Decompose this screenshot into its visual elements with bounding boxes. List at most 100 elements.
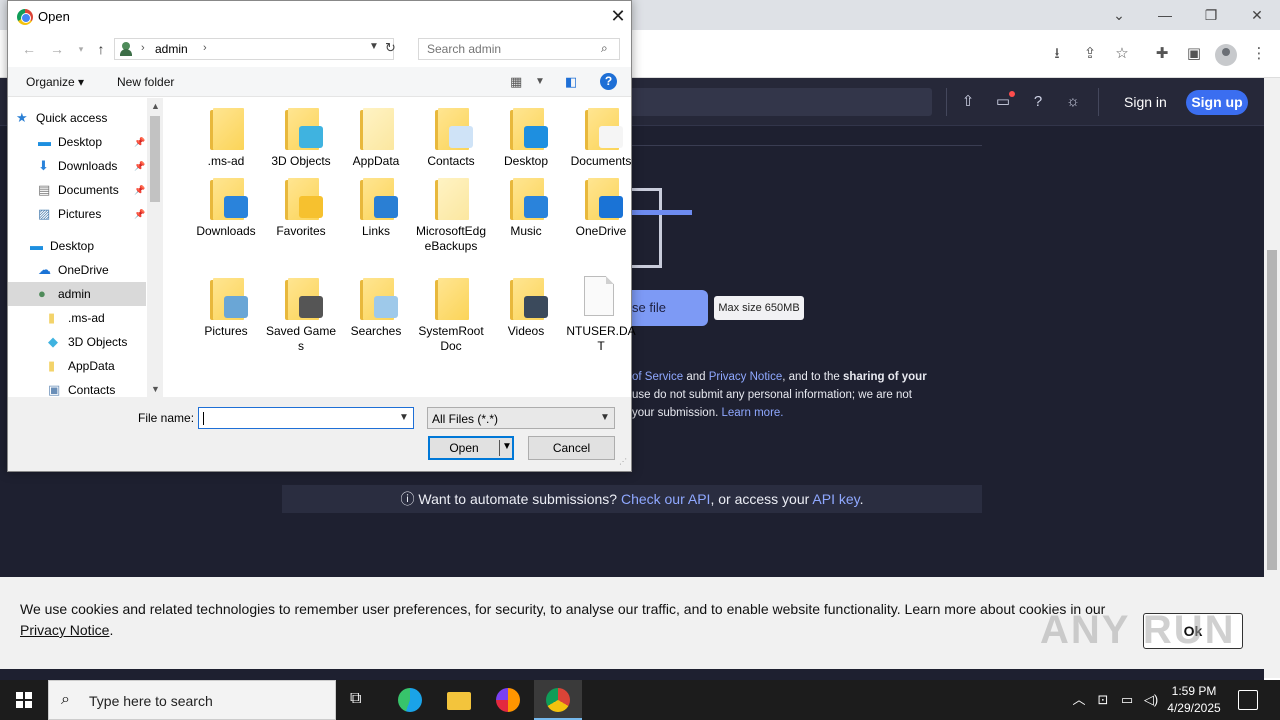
open-dropdown-icon[interactable]: ▼ (502, 441, 512, 452)
profile-icon[interactable] (1215, 44, 1237, 66)
theme-icon[interactable]: ☼ (1063, 92, 1083, 112)
taskbar-search[interactable]: ⌕ Type here to search (48, 680, 336, 720)
nav-item-admin[interactable]: ● admin (8, 282, 146, 306)
filename-dropdown-icon[interactable]: ▼ (399, 412, 409, 423)
file-item[interactable]: OneDrive (564, 168, 638, 258)
terms-link[interactable]: of Service (632, 371, 683, 383)
filename-field[interactable]: ▼ (198, 407, 414, 429)
file-label: Contacts (427, 154, 475, 168)
extensions-icon[interactable]: ✚ (1151, 43, 1173, 65)
file-item[interactable]: Searches (339, 268, 413, 358)
file-item[interactable]: Downloads (189, 168, 263, 258)
nav-item-3d-objects[interactable]: ◆ 3D Objects (8, 330, 146, 354)
file-item[interactable]: NTUSER.DAT (564, 268, 638, 358)
page-scrollbar-thumb[interactable] (1267, 250, 1277, 570)
address-dropdown-icon[interactable]: ▼ (369, 41, 379, 52)
task-view-button[interactable]: ⧉ (336, 680, 384, 720)
scroll-down-icon[interactable]: ▼ (151, 384, 160, 394)
download-icon[interactable]: ⭳ (1046, 43, 1068, 65)
privacy-notice-link[interactable]: Privacy Notice (20, 622, 109, 638)
dialog-close-button[interactable]: ✕ (608, 5, 628, 27)
file-item[interactable]: Pictures (189, 268, 263, 358)
file-item[interactable]: Links (339, 168, 413, 258)
pin-icon[interactable]: 📌 (134, 202, 145, 226)
open-button[interactable]: Open ▼ (428, 436, 514, 460)
filename-input[interactable] (199, 408, 395, 428)
scroll-up-icon[interactable]: ▲ (151, 101, 160, 111)
recent-locations-icon[interactable]: ▾ (72, 39, 90, 59)
tab-search-icon[interactable]: ⌄ (1107, 4, 1131, 26)
help-icon[interactable]: ? (600, 73, 617, 90)
firefox-button[interactable] (484, 680, 532, 720)
notification-center-icon[interactable] (1238, 690, 1258, 710)
star-icon: ★ (16, 110, 28, 125)
view-options-icon[interactable]: ▦ (510, 74, 522, 90)
close-window-button[interactable]: ✕ (1245, 4, 1269, 26)
menu-icon[interactable]: ⋮ (1248, 43, 1270, 65)
file-item[interactable]: SystemRootDoc (414, 268, 488, 358)
filetype-select[interactable]: All Files (*.*) ▼ (427, 407, 615, 429)
back-icon[interactable]: ← (20, 39, 38, 59)
breadcrumb-admin[interactable]: admin (155, 42, 188, 56)
edge-button[interactable] (386, 680, 434, 720)
filetype-value: All Files (*.*) (432, 412, 499, 426)
file-explorer-button[interactable] (435, 680, 483, 720)
sidepanel-icon[interactable]: ▣ (1183, 43, 1205, 65)
clock[interactable]: 1:59 PM 4/29/2025 (1158, 683, 1230, 717)
learn-more-link[interactable]: Learn more. (722, 407, 784, 419)
choose-file-button[interactable]: se file (632, 290, 708, 326)
nav-item-appdata[interactable]: ▮ AppData (8, 354, 146, 378)
tray-overflow-icon[interactable]: ︿ (1070, 691, 1088, 709)
refresh-icon[interactable]: ↻ (385, 40, 396, 56)
api-key-link[interactable]: API key (812, 491, 859, 507)
nav-item-ms-ad[interactable]: ▮ .ms-ad (8, 306, 146, 330)
automate-text: Want to automate submissions? (418, 491, 618, 507)
nav-item-quick-access[interactable]: ★ Quick access (8, 106, 146, 130)
organize-menu[interactable]: Organize ▾ (26, 75, 84, 89)
pin-icon[interactable]: 📌 (134, 178, 145, 202)
dialog-search-input[interactable] (419, 39, 599, 59)
file-item[interactable]: Videos (489, 268, 563, 358)
device-icon[interactable]: ⊡ (1094, 691, 1112, 709)
nav-item-onedrive[interactable]: ☁ OneDrive (8, 258, 146, 282)
pin-icon[interactable]: 📌 (134, 154, 145, 178)
minimize-button[interactable]: — (1153, 4, 1177, 26)
start-button[interactable] (0, 680, 48, 720)
download-icon: ⬇ (38, 158, 49, 173)
file-item[interactable]: Favorites (264, 168, 338, 258)
new-folder-button[interactable]: New folder (117, 75, 174, 89)
nav-item-label: Desktop (50, 239, 95, 253)
site-search-input[interactable] (620, 88, 932, 116)
preview-pane-icon[interactable]: ◧ (565, 74, 577, 90)
nav-item-documents[interactable]: ▤ Documents 📌 (8, 178, 146, 202)
file-item[interactable]: MicrosoftEdgeBackups (414, 168, 488, 258)
nav-scrollbar-thumb[interactable] (150, 116, 160, 202)
nav-item-desktop[interactable]: ▬ Desktop (8, 234, 146, 258)
address-bar[interactable]: › admin › ▼ ↻ (114, 38, 396, 60)
up-icon[interactable]: ↑ (92, 39, 110, 59)
upload-icon[interactable]: ⇧ (958, 92, 978, 112)
chrome-button[interactable] (534, 680, 582, 720)
network-icon[interactable]: ▭ (1118, 691, 1136, 709)
dialog-search-box[interactable]: ⌕ (418, 38, 620, 60)
pin-icon[interactable]: 📌 (134, 130, 145, 154)
restore-button[interactable]: ❐ (1199, 4, 1223, 26)
nav-item-pictures[interactable]: ▨ Pictures 📌 (8, 202, 146, 226)
nav-item-desktop[interactable]: ▬ Desktop 📌 (8, 130, 146, 154)
help-icon[interactable]: ? (1028, 92, 1048, 112)
privacy-link[interactable]: Privacy Notice (709, 371, 783, 383)
resize-grip-icon[interactable]: ⋰ (619, 457, 627, 466)
file-list: .ms-ad 3D Objects AppData Contacts Desktop Do… (164, 98, 636, 397)
forward-icon[interactable]: → (48, 39, 66, 59)
text-caret (203, 412, 204, 425)
view-dropdown-icon[interactable]: ▼ (535, 76, 545, 87)
signin-link[interactable]: Sign in (1124, 94, 1167, 110)
api-link[interactable]: Check our API (621, 491, 711, 507)
file-item[interactable]: Music (489, 168, 563, 258)
nav-item-downloads[interactable]: ⬇ Downloads 📌 (8, 154, 146, 178)
signup-button[interactable]: Sign up (1186, 90, 1248, 115)
star-icon[interactable]: ☆ (1111, 43, 1133, 65)
cancel-button[interactable]: Cancel (528, 436, 615, 460)
share-icon[interactable]: ⇪ (1079, 43, 1101, 65)
file-item[interactable]: Saved Games (264, 268, 338, 358)
